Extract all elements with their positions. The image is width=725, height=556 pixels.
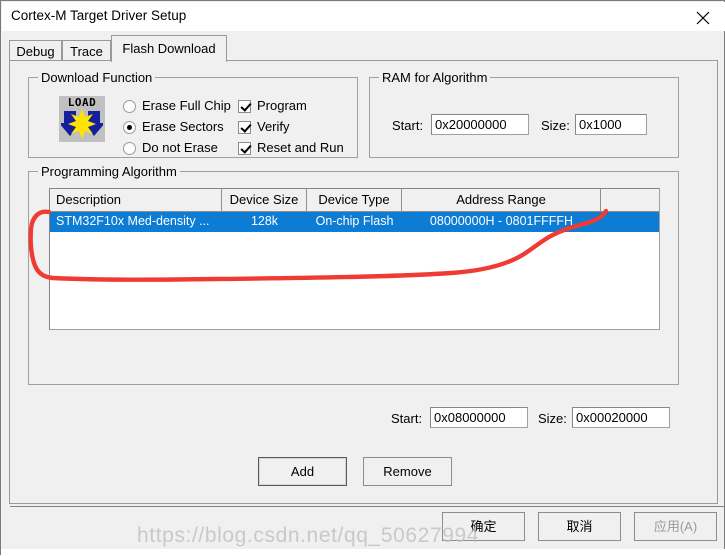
cell-description: STM32F10x Med-density ... — [56, 214, 210, 228]
group-ram-for-algorithm: RAM for Algorithm Start: 0x20000000 Size… — [369, 70, 679, 158]
group-ram-for-algorithm-title: RAM for Algorithm — [379, 70, 491, 85]
checkbox-program[interactable]: Program — [238, 98, 307, 114]
cancel-button[interactable]: 取消 — [538, 512, 621, 541]
radio-erase-full-chip-mark — [123, 100, 136, 113]
close-button[interactable] — [681, 2, 725, 31]
tab-debug[interactable]: Debug — [9, 40, 62, 62]
flash-size-input[interactable]: 0x00020000 — [572, 407, 670, 428]
radio-erase-sectors-label: Erase Sectors — [142, 119, 224, 134]
column-header-device-type[interactable]: Device Type — [307, 189, 402, 211]
title-bar: Cortex-M Target Driver Setup — [2, 2, 725, 31]
apply-button: 应用(A) — [634, 512, 717, 541]
checkbox-verify-mark — [238, 121, 251, 134]
flash-size-label: Size: — [538, 411, 567, 426]
radio-do-not-erase[interactable]: Do not Erase — [123, 140, 218, 156]
group-download-function: Download Function LOAD Erase Full Chip E… — [28, 70, 358, 158]
close-icon — [696, 11, 710, 25]
table-header-row: Description Device Size Device Type Addr… — [50, 189, 659, 212]
cell-device-type: On-chip Flash — [315, 214, 394, 228]
radio-erase-sectors-mark — [123, 121, 136, 134]
tab-trace[interactable]: Trace — [62, 40, 111, 62]
radio-do-not-erase-label: Do not Erase — [142, 140, 218, 155]
window-title: Cortex-M Target Driver Setup — [11, 8, 187, 23]
group-download-function-title: Download Function — [38, 70, 156, 85]
cell-address-range: 08000000H - 0801FFFFH — [429, 214, 574, 228]
programming-algorithm-table[interactable]: Description Device Size Device Type Addr… — [49, 188, 660, 330]
group-programming-algorithm: Programming Algorithm Description Device… — [28, 164, 679, 385]
ok-button[interactable]: 确定 — [442, 512, 525, 541]
checkbox-program-mark — [238, 100, 251, 113]
column-header-device-size[interactable]: Device Size — [222, 189, 307, 211]
radio-erase-full-chip[interactable]: Erase Full Chip — [123, 98, 231, 114]
checkbox-reset-and-run-mark — [238, 142, 251, 155]
dialog-window: Cortex-M Target Driver Setup Download Fu… — [0, 0, 725, 556]
radio-do-not-erase-mark — [123, 142, 136, 155]
checkbox-program-label: Program — [257, 98, 307, 113]
checkbox-reset-and-run[interactable]: Reset and Run — [238, 140, 344, 156]
footer-separator — [10, 506, 725, 507]
checkbox-verify[interactable]: Verify — [238, 119, 290, 135]
tab-strip: Debug Trace Flash Download — [9, 34, 718, 62]
flash-start-label: Start: — [391, 411, 423, 426]
flash-start-input[interactable]: 0x08000000 — [430, 407, 528, 428]
checkbox-verify-label: Verify — [257, 119, 290, 134]
ram-size-input[interactable]: 0x1000 — [575, 114, 647, 135]
group-programming-algorithm-title: Programming Algorithm — [38, 164, 180, 179]
load-icon-label: LOAD — [67, 96, 97, 109]
tab-flash-download[interactable]: Flash Download — [111, 35, 227, 62]
ram-start-input[interactable]: 0x20000000 — [431, 114, 529, 135]
ram-size-label: Size: — [541, 118, 570, 133]
column-header-description[interactable]: Description — [50, 189, 222, 211]
remove-button[interactable]: Remove — [363, 457, 452, 486]
add-button[interactable]: Add — [258, 457, 347, 486]
checkbox-reset-and-run-label: Reset and Run — [257, 140, 344, 155]
load-arrows-icon — [61, 109, 103, 139]
radio-erase-sectors[interactable]: Erase Sectors — [123, 119, 224, 135]
tab-page-flash-download: Download Function LOAD Erase Full Chip E… — [9, 60, 718, 504]
load-icon: LOAD — [59, 96, 105, 142]
ram-start-label: Start: — [392, 118, 424, 133]
column-header-address-range[interactable]: Address Range — [402, 189, 601, 211]
column-header-extra[interactable] — [601, 189, 659, 211]
cell-device-size: 128k — [250, 214, 279, 228]
table-row[interactable]: STM32F10x Med-density ... 128k On-chip F… — [50, 212, 659, 232]
radio-erase-full-chip-label: Erase Full Chip — [142, 98, 231, 113]
